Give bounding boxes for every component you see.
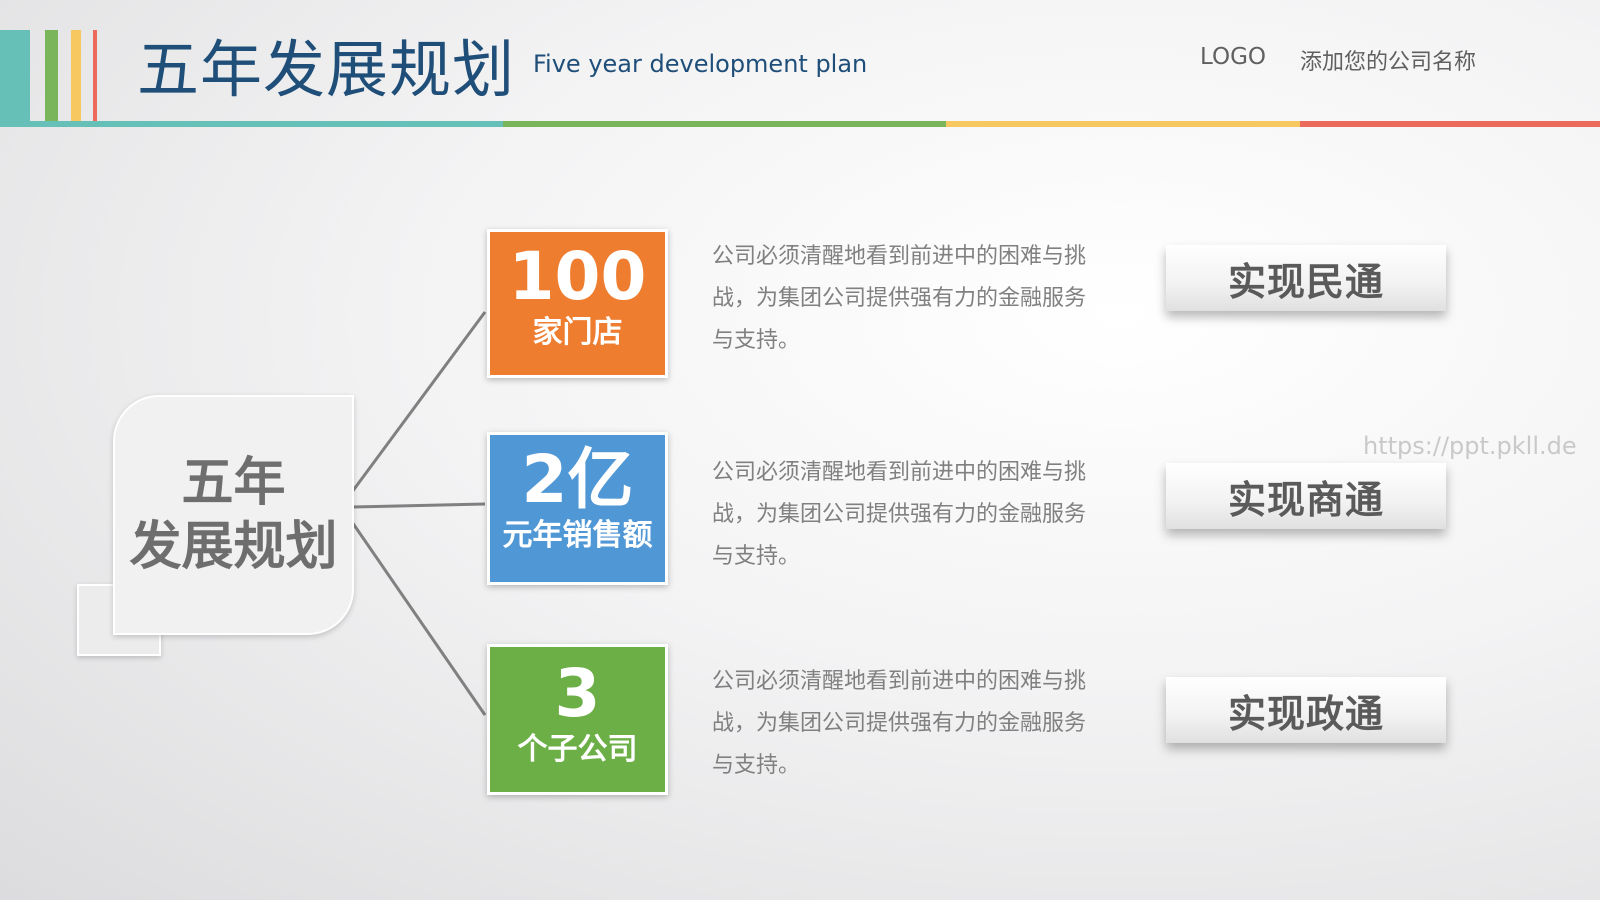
- stat-label: 元年销售额: [502, 518, 653, 553]
- description-text-3: 公司必须清醒地看到前进中的困难与挑战，为集团公司提供强有力的金融服务与支持。: [712, 669, 1087, 778]
- tag-label: 实现民通: [1227, 259, 1384, 304]
- tag-box-3: 实现政通: [1166, 677, 1446, 743]
- center-topic-box: 五年 发展规划: [113, 395, 354, 635]
- stat-label: 个子公司: [517, 732, 638, 767]
- stat-value: 2亿: [521, 441, 634, 518]
- stat-label: 家门店: [532, 315, 623, 350]
- connector-line-top: [350, 311, 487, 493]
- stat-value: 100: [508, 238, 647, 315]
- stat-box-sales: 2亿 元年销售额: [487, 432, 668, 585]
- stat-box-subsidiaries: 3 个子公司: [487, 644, 668, 795]
- description-text-2: 公司必须清醒地看到前进中的困难与挑战，为集团公司提供强有力的金融服务与支持。: [712, 460, 1087, 569]
- description-text-1: 公司必须清醒地看到前进中的困难与挑战，为集团公司提供强有力的金融服务与支持。: [712, 244, 1087, 353]
- connector-line-middle: [351, 502, 486, 509]
- connector-line-bottom: [350, 521, 487, 716]
- center-topic-line2: 发展规划: [129, 517, 338, 577]
- tag-label: 实现商通: [1227, 477, 1384, 522]
- tag-box-1: 实现民通: [1166, 245, 1446, 311]
- stat-value: 3: [554, 655, 601, 732]
- center-topic-line1: 五年: [181, 453, 286, 513]
- tag-box-2: 实现商通: [1166, 463, 1446, 529]
- stat-box-stores: 100 家门店: [487, 229, 668, 378]
- tag-label: 实现政通: [1227, 691, 1384, 736]
- watermark-text: https://ppt.pkll.de: [1363, 432, 1577, 460]
